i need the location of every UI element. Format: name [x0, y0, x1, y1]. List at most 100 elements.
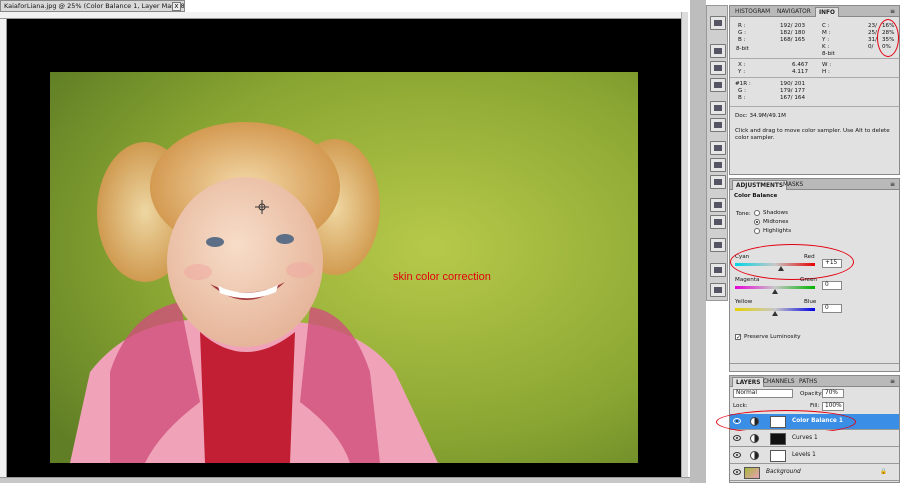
divider	[730, 77, 899, 78]
tab-adjustments[interactable]: ADJUSTMENTS	[732, 180, 788, 190]
radio-highlights[interactable]	[754, 228, 760, 234]
layer-name: Curves 1	[792, 435, 818, 441]
magenta-green-value-field[interactable]: 0	[822, 281, 842, 290]
photo-girl-in-pink-jacket[interactable]	[50, 72, 638, 463]
tab-info[interactable]: INFO	[815, 7, 839, 17]
tool-presets-icon[interactable]	[710, 141, 726, 155]
divider	[730, 58, 899, 59]
navigator-icon[interactable]	[710, 263, 726, 277]
preserve-luminosity-label: Preserve Luminosity	[744, 334, 801, 340]
radio-midtones[interactable]	[754, 219, 760, 225]
info-c-label: C :	[822, 23, 830, 29]
info-rgb-bit: 8-bit	[736, 46, 749, 52]
tab-histogram[interactable]: HISTOGRAM	[732, 7, 773, 17]
annotation-circle-cmyk	[877, 19, 899, 57]
info-x-label: X :	[738, 62, 746, 68]
fill-field[interactable]: 100%	[822, 402, 844, 411]
tone-label: Tone:	[736, 211, 751, 217]
yellow-blue-value-field[interactable]: 0	[822, 304, 842, 313]
info-y-pos-value: 4.117	[792, 69, 809, 75]
doc-size: Doc: 34.9M/49.1M	[735, 113, 786, 119]
adjustment-layer-icon	[750, 451, 759, 460]
info-m-value: 25/	[868, 30, 878, 36]
info-cmyk-bit: 8-bit	[822, 51, 835, 57]
tone-midtones-label: Midtones	[763, 219, 789, 225]
info-r-label: R :	[738, 23, 746, 29]
layer-row-levels[interactable]: Levels 1	[730, 448, 899, 464]
layer-mask-thumbnail[interactable]	[770, 450, 786, 462]
panel-menu-icon[interactable]: ≡	[890, 182, 895, 188]
eye-icon[interactable]	[733, 452, 741, 458]
preserve-luminosity-checkbox[interactable]: ✓	[735, 334, 741, 341]
sampler-g-label: G :	[738, 88, 746, 94]
panel-dock-gutter	[690, 0, 706, 483]
tab-paths[interactable]: PATHS	[796, 377, 820, 387]
document-tab[interactable]: KaiaforLiana.jpg @ 25% (Color Balance 1,…	[0, 0, 185, 12]
blend-mode-select[interactable]: Normal	[733, 389, 793, 398]
animation-icon[interactable]	[710, 175, 726, 189]
lock-label: Lock:	[733, 403, 748, 409]
adjustments-panel: ADJUSTMENTS MASKS ≡ Color Balance Tone: …	[729, 178, 900, 372]
divider	[730, 363, 899, 364]
info-r-value: 192/ 203	[780, 23, 806, 29]
info-y-pos-label: Y :	[738, 69, 746, 75]
info-panel: HISTOGRAM NAVIGATOR INFO ≡ R : G : B : 1…	[729, 5, 900, 175]
slider-yellow-blue-thumb[interactable]	[772, 311, 778, 316]
lock-icon: 🔒	[880, 469, 887, 475]
info-hint: Click and drag to move color sampler. Us…	[735, 128, 890, 141]
close-icon[interactable]: x	[172, 2, 181, 11]
tone-shadows-label: Shadows	[763, 210, 788, 216]
adjustment-layer-icon	[750, 434, 759, 443]
paragraph-icon[interactable]	[710, 118, 726, 132]
panel-menu-icon[interactable]: ≡	[890, 379, 895, 385]
slider-magenta-label: Magenta	[735, 277, 760, 283]
info-y-value: 31/	[868, 37, 878, 43]
layer-row-background[interactable]: Background 🔒	[730, 465, 899, 481]
annotation-text: skin color correction	[393, 271, 491, 283]
tab-navigator[interactable]: NAVIGATOR	[774, 7, 814, 17]
vertical-scrollbar[interactable]	[681, 12, 688, 477]
adjustment-title: Color Balance	[734, 193, 778, 199]
layer-mask-thumbnail[interactable]	[770, 433, 786, 445]
character-icon[interactable]	[710, 101, 726, 115]
divider	[730, 106, 899, 107]
masks-icon[interactable]	[710, 283, 726, 297]
swatches-icon[interactable]	[710, 238, 726, 252]
tab-masks[interactable]: MASKS	[780, 180, 806, 190]
annotation-circle-slider	[730, 244, 854, 280]
layer-comps-icon[interactable]	[710, 158, 726, 172]
history-icon[interactable]	[710, 16, 726, 30]
styles-icon[interactable]	[710, 215, 726, 229]
info-m-label: M :	[822, 30, 831, 36]
sampler-g-value: 179/ 177	[780, 88, 806, 94]
slider-yellow-label: Yellow	[735, 299, 753, 305]
slider-blue-label: Blue	[804, 299, 817, 305]
eye-icon[interactable]	[733, 435, 741, 441]
sampler-r-label: #1R :	[735, 81, 751, 87]
status-bar	[0, 477, 690, 483]
slider-magenta-green-thumb[interactable]	[772, 289, 778, 294]
info-c-value: 23/	[868, 23, 878, 29]
ruler-vertical	[0, 19, 7, 477]
info-y-label: Y :	[822, 37, 830, 43]
info-h-label: H :	[822, 69, 830, 75]
actions-icon[interactable]	[710, 44, 726, 58]
eye-icon[interactable]	[733, 469, 741, 475]
radio-shadows[interactable]	[754, 210, 760, 216]
layers-panel-tabs: LAYERS CHANNELS PATHS ≡	[730, 376, 899, 387]
brushes-icon[interactable]	[710, 61, 726, 75]
sampler-b-value: 167/ 164	[780, 95, 806, 101]
info-b-label: B :	[738, 37, 746, 43]
opacity-field[interactable]: 70%	[822, 389, 844, 398]
slider-green-label: Green	[800, 277, 817, 283]
tab-channels[interactable]: CHANNELS	[760, 377, 798, 387]
info-k-value: 0/	[868, 44, 874, 50]
layer-name: Background	[766, 469, 801, 475]
clone-source-icon[interactable]	[710, 78, 726, 92]
layer-row-curves[interactable]: Curves 1	[730, 431, 899, 447]
adjustments-panel-tabs: ADJUSTMENTS MASKS ≡	[730, 179, 899, 190]
panel-menu-icon[interactable]: ≡	[890, 9, 895, 15]
document-title: KaiaforLiana.jpg @ 25% (Color Balance 1,…	[4, 2, 185, 10]
sampler-b-label: B :	[738, 95, 746, 101]
notes-icon[interactable]	[710, 198, 726, 212]
